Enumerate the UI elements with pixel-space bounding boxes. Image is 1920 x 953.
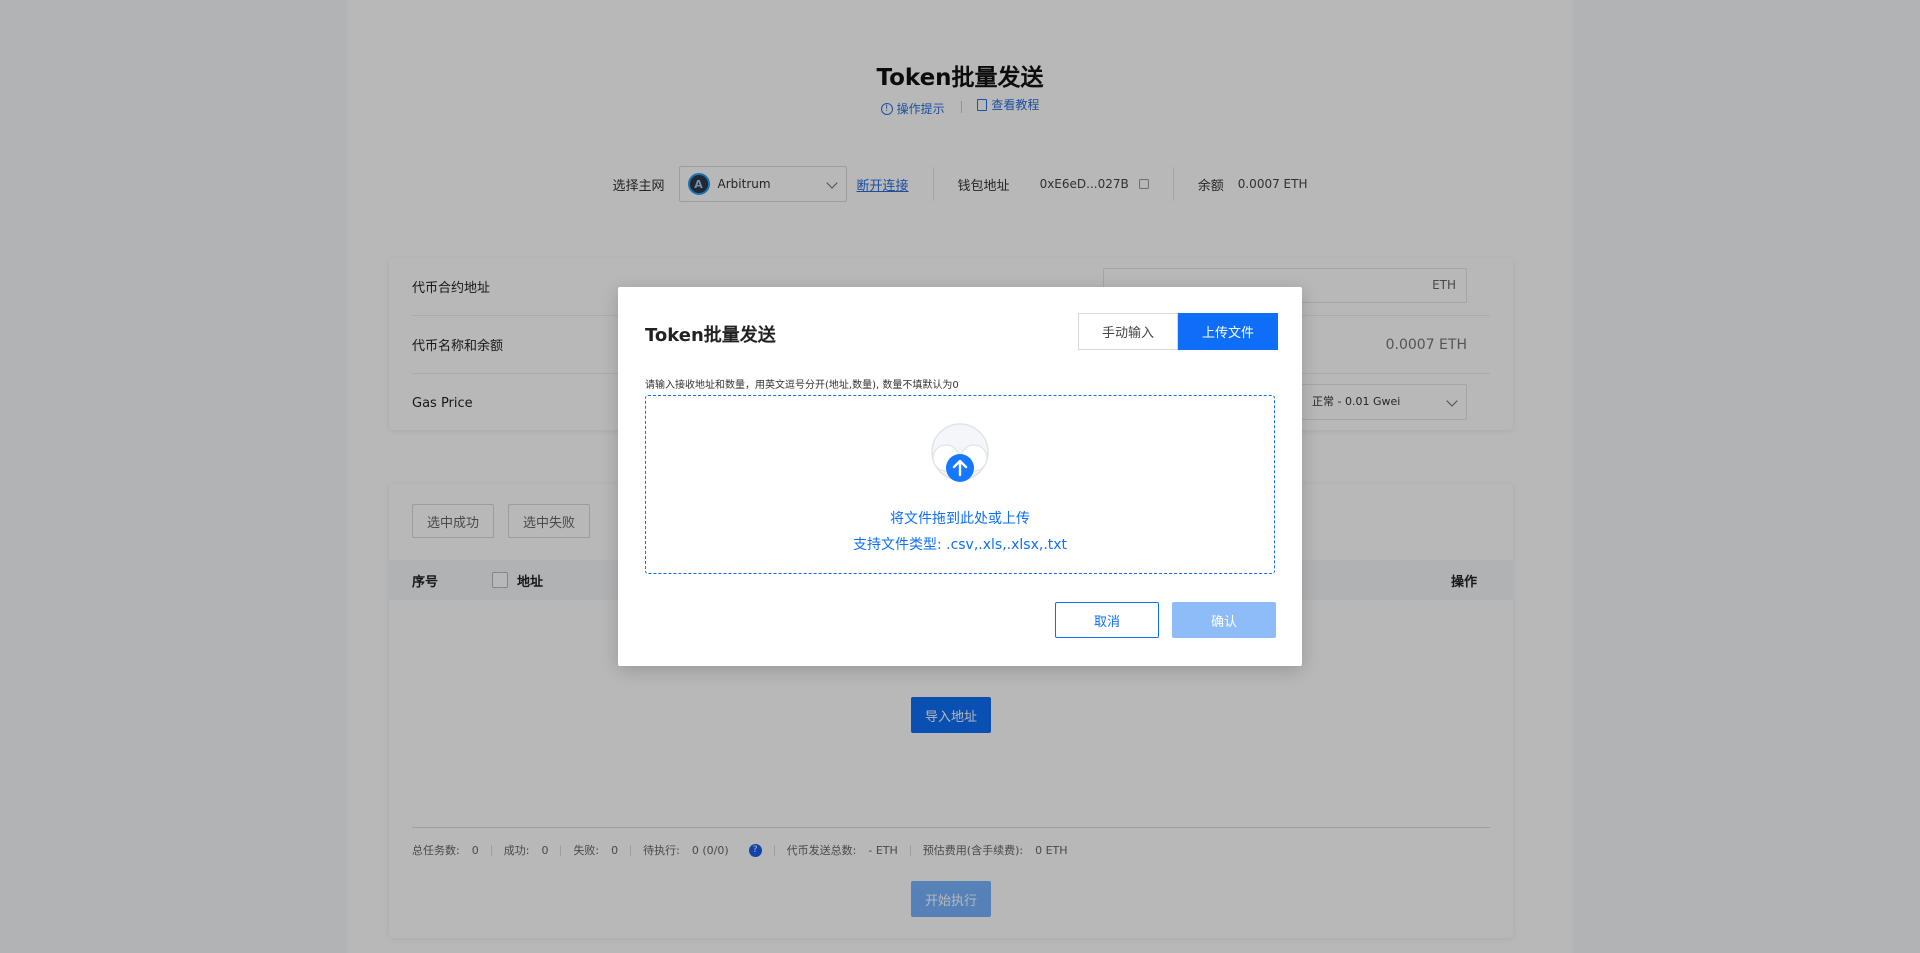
modal-tabs: 手动输入 上传文件 — [1078, 313, 1278, 350]
drop-text: 将文件拖到此处或上传 — [890, 511, 1030, 527]
page: Token批量发送 ! 操作提示 查看教程 选择主网 A Arbitrum 断开… — [0, 0, 1920, 953]
supported-types: 支持文件类型: .csv,.xls,.xlsx,.txt — [852, 537, 1068, 553]
cloud-upload-icon — [931, 423, 989, 482]
input-hint: 请输入接收地址和数量，用英文逗号分开(地址,数量), 数量不填默认为0 — [645, 380, 959, 391]
tab-manual-input[interactable]: 手动输入 — [1078, 313, 1178, 350]
upload-modal: Token批量发送 手动输入 上传文件 请输入接收地址和数量，用英文逗号分开(地… — [618, 287, 1302, 666]
cancel-button[interactable]: 取消 — [1055, 602, 1159, 638]
modal-title: Token批量发送 — [645, 325, 776, 346]
file-drop-zone[interactable]: 将文件拖到此处或上传 支持文件类型: .csv,.xls,.xlsx,.txt — [645, 395, 1275, 574]
tab-upload-file[interactable]: 上传文件 — [1178, 313, 1278, 350]
confirm-button[interactable]: 确认 — [1172, 602, 1276, 638]
